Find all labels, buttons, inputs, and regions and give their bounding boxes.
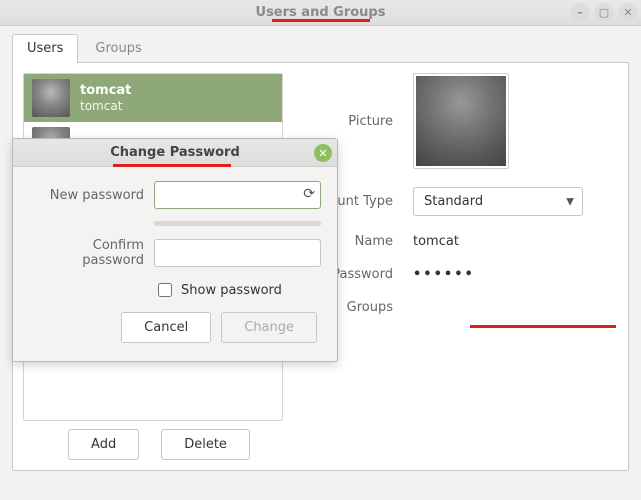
- avatar-icon: [32, 79, 70, 117]
- tab-users[interactable]: Users: [12, 34, 78, 62]
- show-password-label: Show password: [181, 283, 282, 298]
- close-button[interactable]: ✕: [619, 3, 637, 21]
- tabs: Users Groups: [12, 34, 629, 62]
- show-password-checkbox[interactable]: [158, 283, 172, 297]
- annotation-underline-title: [272, 19, 370, 22]
- account-type-select[interactable]: Standard ▼: [413, 187, 583, 216]
- user-name: tomcat: [80, 83, 131, 99]
- show-password-toggle[interactable]: Show password: [154, 280, 282, 300]
- close-icon[interactable]: ✕: [314, 144, 332, 162]
- password-value[interactable]: ••••••: [413, 267, 475, 282]
- password-strength-bar: [154, 221, 321, 226]
- titlebar: Users and Groups – ▢ ✕: [0, 0, 641, 26]
- maximize-button[interactable]: ▢: [595, 3, 613, 21]
- annotation-underline-password: [470, 325, 616, 328]
- refresh-icon[interactable]: ⟳: [303, 186, 315, 202]
- add-button[interactable]: Add: [68, 429, 139, 460]
- delete-button[interactable]: Delete: [161, 429, 250, 460]
- change-button[interactable]: Change: [221, 312, 317, 343]
- confirm-password-input[interactable]: [154, 239, 321, 267]
- window-title: Users and Groups: [256, 5, 386, 20]
- picture-frame[interactable]: [413, 73, 509, 169]
- cancel-button[interactable]: Cancel: [121, 312, 211, 343]
- change-password-dialog: Change Password ✕ New password ⟳ Confirm…: [12, 138, 338, 362]
- tab-groups[interactable]: Groups: [80, 34, 156, 62]
- list-item[interactable]: tomcat tomcat: [24, 74, 282, 122]
- details-panel: Picture Account Type Standard ▼ Name tom…: [303, 73, 618, 460]
- new-password-label: New password: [29, 188, 144, 203]
- dialog-title: Change Password: [110, 145, 240, 160]
- confirm-password-label: Confirm password: [29, 238, 144, 268]
- user-sub: tomcat: [80, 99, 131, 113]
- account-type-value: Standard: [424, 194, 483, 209]
- name-value[interactable]: tomcat: [413, 234, 459, 249]
- minimize-button[interactable]: –: [571, 3, 589, 21]
- picture-label: Picture: [303, 114, 393, 129]
- avatar-icon: [416, 76, 506, 166]
- new-password-input[interactable]: [154, 181, 321, 209]
- annotation-underline-dialog-title: [113, 164, 231, 167]
- chevron-down-icon: ▼: [566, 196, 574, 207]
